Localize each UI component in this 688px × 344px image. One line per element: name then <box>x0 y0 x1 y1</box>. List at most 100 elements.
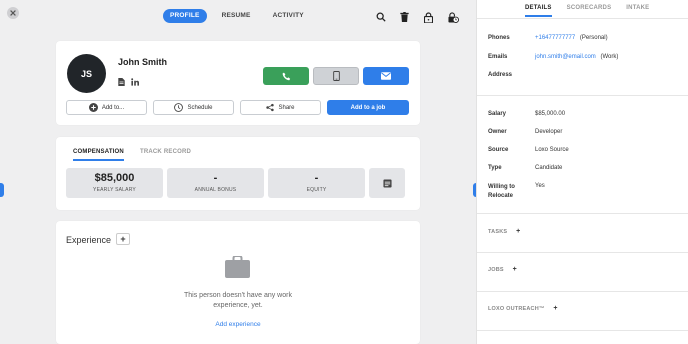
salary-value: $85,000.00 <box>535 111 566 117</box>
profile-card: JS John Smith Add to... Schedule Share A… <box>56 41 420 125</box>
metric-value: - <box>213 172 218 184</box>
email-button[interactable] <box>363 67 409 85</box>
add-experience-plus-button[interactable]: + <box>116 233 130 245</box>
search-button[interactable] <box>376 10 400 24</box>
tab-details[interactable]: DETAILS <box>525 5 552 17</box>
trash-icon <box>400 12 409 22</box>
profile-actions: Add to... Schedule Share Add to a job <box>66 100 409 115</box>
email-link[interactable]: john.smith@email.com <box>535 54 596 60</box>
phones-value: +16477777777 (Personal) <box>535 35 608 41</box>
candidate-name: John Smith <box>118 57 167 67</box>
owner-label: Owner <box>488 129 507 135</box>
tab-intake[interactable]: INTAKE <box>626 5 649 17</box>
source-value: Loxo Source <box>535 147 569 153</box>
linkedin-icon[interactable] <box>131 78 139 86</box>
empty-line-1: This person doesn't have any work <box>184 292 292 299</box>
tasks-label: TASKS <box>488 228 508 235</box>
close-button[interactable] <box>7 7 19 19</box>
experience-empty-message: This person doesn't have any work experi… <box>56 291 420 311</box>
outreach-section: LOXO OUTREACH™ + <box>488 304 561 313</box>
close-icon <box>10 10 16 16</box>
experience-card: Experience + This person doesn't have an… <box>56 221 420 344</box>
outreach-label: LOXO OUTREACH™ <box>488 305 545 312</box>
address-label: Address <box>488 72 513 78</box>
metric-value: - <box>314 172 319 184</box>
add-to-button[interactable]: Add to... <box>66 100 147 115</box>
type-value: Candidate <box>535 165 563 171</box>
left-panel-toggle[interactable] <box>0 183 4 197</box>
private-button[interactable] <box>448 10 472 24</box>
tab-profile[interactable]: PROFILE <box>163 9 207 23</box>
lock-icon <box>424 11 433 23</box>
metric-label: ANNUAL BONUS <box>194 187 237 193</box>
share-button[interactable]: Share <box>240 100 321 115</box>
profile-tabs: PROFILE RESUME ACTIVITY <box>163 9 311 23</box>
empty-line-2: experience, yet. <box>213 302 263 309</box>
briefcase-icon <box>225 255 250 283</box>
details-panel: DETAILS SCORECARDS INTAKE Phones +164777… <box>476 0 688 344</box>
profile-links <box>118 78 139 86</box>
contact-buttons <box>263 67 409 85</box>
compensation-notes-button[interactable] <box>369 168 405 198</box>
yearly-salary-metric[interactable]: $85,000 YEARLY SALARY <box>66 168 163 198</box>
avatar: JS <box>67 54 106 93</box>
sms-button[interactable] <box>313 67 359 85</box>
phones-label: Phones <box>488 35 510 41</box>
equity-metric[interactable]: - EQUITY <box>268 168 365 198</box>
add-to-job-button[interactable]: Add to a job <box>327 100 409 115</box>
notes-icon <box>382 178 392 188</box>
annual-bonus-metric[interactable]: - ANNUAL BONUS <box>167 168 264 198</box>
clock-icon <box>174 103 184 112</box>
source-label: Source <box>488 147 509 153</box>
metric-label: YEARLY SALARY <box>93 187 136 193</box>
section-divider <box>477 213 688 214</box>
lock-button[interactable] <box>424 10 448 24</box>
call-button[interactable] <box>263 67 309 85</box>
phone-type: (Personal) <box>579 35 608 41</box>
tab-track-record[interactable]: TRACK RECORD <box>140 149 191 161</box>
add-experience-link[interactable]: Add experience <box>56 321 420 328</box>
schedule-label: Schedule <box>187 104 213 111</box>
section-divider <box>477 330 688 331</box>
experience-title: Experience <box>66 235 112 245</box>
phone-link[interactable]: +16477777777 <box>535 35 575 41</box>
metric-label: EQUITY <box>306 187 327 193</box>
share-label: Share <box>278 104 295 111</box>
document-icon[interactable] <box>118 78 125 86</box>
section-divider <box>477 95 688 96</box>
schedule-button[interactable]: Schedule <box>153 100 234 115</box>
phone-icon <box>282 72 290 80</box>
profile-main-panel: PROFILE RESUME ACTIVITY JS John Smith Ad… <box>0 0 481 344</box>
emails-value: john.smith@email.com (Work) <box>535 54 618 60</box>
compensation-card: COMPENSATION TRACK RECORD $85,000 YEARLY… <box>56 137 420 210</box>
lock-clock-icon <box>448 11 459 23</box>
relocate-label-line-2: Relocate <box>488 193 514 199</box>
tabs-divider <box>477 18 688 19</box>
compensation-metrics: $85,000 YEARLY SALARY - ANNUAL BONUS - E… <box>66 168 405 198</box>
delete-button[interactable] <box>400 10 424 24</box>
add-to-label: Add to... <box>101 104 125 111</box>
emails-label: Emails <box>488 54 508 60</box>
tab-scorecards[interactable]: SCORECARDS <box>567 5 612 17</box>
relocate-value: Yes <box>535 183 545 189</box>
tab-resume[interactable]: RESUME <box>215 9 258 23</box>
section-divider <box>477 291 688 292</box>
add-outreach-button[interactable]: + <box>550 304 561 313</box>
owner-value: Developer <box>535 129 563 135</box>
tab-activity[interactable]: ACTIVITY <box>266 9 311 23</box>
add-job-button[interactable]: + <box>509 265 520 274</box>
search-icon <box>376 12 386 22</box>
tab-compensation[interactable]: COMPENSATION <box>73 149 124 161</box>
mobile-icon <box>332 71 340 81</box>
relocate-label: Willing to Relocate <box>488 183 515 201</box>
jobs-section: JOBS + <box>488 265 520 274</box>
add-task-button[interactable]: + <box>513 227 524 236</box>
mail-icon <box>381 72 391 80</box>
metric-value: $85,000 <box>94 172 135 184</box>
email-type: (Work) <box>600 54 619 60</box>
compensation-tabs: COMPENSATION TRACK RECORD <box>73 149 191 161</box>
tasks-section: TASKS + <box>488 227 524 236</box>
jobs-label: JOBS <box>488 266 504 273</box>
relocate-label-line-1: Willing to <box>488 184 515 190</box>
salary-label: Salary <box>488 111 507 117</box>
